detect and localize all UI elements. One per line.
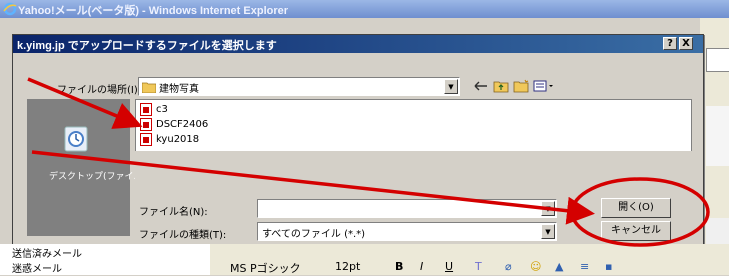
italic-icon[interactable]: I	[420, 260, 423, 273]
places-bar: デスクトップ(ファイル	[27, 99, 143, 236]
pdf-file-icon	[140, 103, 152, 116]
bold-icon[interactable]: B	[395, 260, 403, 273]
filetype-dropdown[interactable]: すべてのファイル (*.*) ▼	[257, 222, 557, 241]
list-icon[interactable]: ▪	[605, 260, 612, 273]
places-item-label: デスクトップ(ファイル	[49, 172, 143, 182]
up-folder-icon[interactable]	[493, 79, 509, 93]
help-button[interactable]: ?	[663, 37, 677, 50]
editor-toolbar: MS Pゴシック 12pt B I U T ⌀ ☺ ▲ ≡ ▪	[225, 260, 729, 275]
mail-folder-sidebar: 送信済みメール 迷惑メール	[0, 244, 210, 275]
browser-title-bar: Yahoo!メール(ベータ版) - Windows Internet Explo…	[0, 0, 729, 18]
font-color-icon[interactable]: T	[475, 260, 482, 273]
font-name-select[interactable]: MS Pゴシック	[230, 260, 301, 276]
chevron-down-icon[interactable]: ▼	[541, 224, 555, 239]
open-button[interactable]: 開く(O)	[601, 198, 671, 218]
file-upload-dialog: k.yimg.jp でアップロードするファイルを選択します ? X ファイルの場…	[12, 34, 704, 245]
browser-background-page	[700, 18, 729, 275]
sidebar-item-sent[interactable]: 送信済みメール	[12, 245, 82, 260]
chevron-down-icon[interactable]: ▼	[541, 201, 555, 216]
chevron-down-icon[interactable]: ▼	[444, 79, 458, 94]
dialog-title-bar: k.yimg.jp でアップロードするファイルを選択します ? X	[13, 35, 703, 53]
background-panel	[706, 106, 729, 166]
pdf-file-icon	[140, 118, 152, 131]
pdf-file-icon	[140, 133, 152, 146]
file-name: DSCF2406	[156, 119, 209, 130]
emoji-icon[interactable]: ☺	[530, 260, 541, 273]
file-name: c3	[156, 104, 168, 115]
view-menu-icon[interactable]	[533, 79, 555, 93]
close-button[interactable]: X	[679, 37, 693, 50]
font-size-select[interactable]: 12pt	[335, 260, 360, 273]
places-desktop[interactable]: デスクトップ(ファイル	[45, 119, 143, 182]
new-folder-icon[interactable]	[513, 79, 529, 93]
browser-title: Yahoo!メール(ベータ版) - Windows Internet Explo…	[18, 5, 289, 17]
image-icon[interactable]: ▲	[555, 260, 563, 273]
filetype-label: ファイルの種類(T):	[139, 230, 227, 241]
file-list[interactable]: c3 DSCF2406 kyu2018	[135, 99, 692, 153]
mail-editor-background: 送信済みメール 迷惑メール MS Pゴシック 12pt B I U T ⌀ ☺ …	[0, 244, 729, 275]
filetype-value: すべてのファイル (*.*)	[262, 229, 366, 240]
file-name: kyu2018	[156, 134, 200, 145]
recent-files-icon	[64, 126, 88, 152]
sidebar-item-spam[interactable]: 迷惑メール	[12, 260, 62, 275]
location-value: 建物写真	[159, 84, 199, 95]
underline-icon[interactable]: U	[445, 260, 453, 273]
location-label: ファイルの場所(I):	[57, 85, 142, 96]
dialog-title: k.yimg.jp でアップロードするファイルを選択します	[17, 40, 277, 52]
cancel-button[interactable]: キャンセル	[601, 221, 671, 241]
filename-input[interactable]: ▼	[257, 199, 557, 218]
dialog-gap	[135, 151, 695, 181]
background-field	[706, 48, 729, 72]
align-icon[interactable]: ≡	[580, 260, 589, 273]
filename-label: ファイル名(N):	[139, 207, 208, 218]
back-arrow-icon[interactable]	[473, 79, 489, 93]
ie-logo-icon	[3, 2, 17, 16]
location-dropdown[interactable]: 建物写真 ▼	[138, 77, 460, 96]
link-icon[interactable]: ⌀	[505, 260, 512, 273]
folder-icon	[142, 82, 156, 93]
